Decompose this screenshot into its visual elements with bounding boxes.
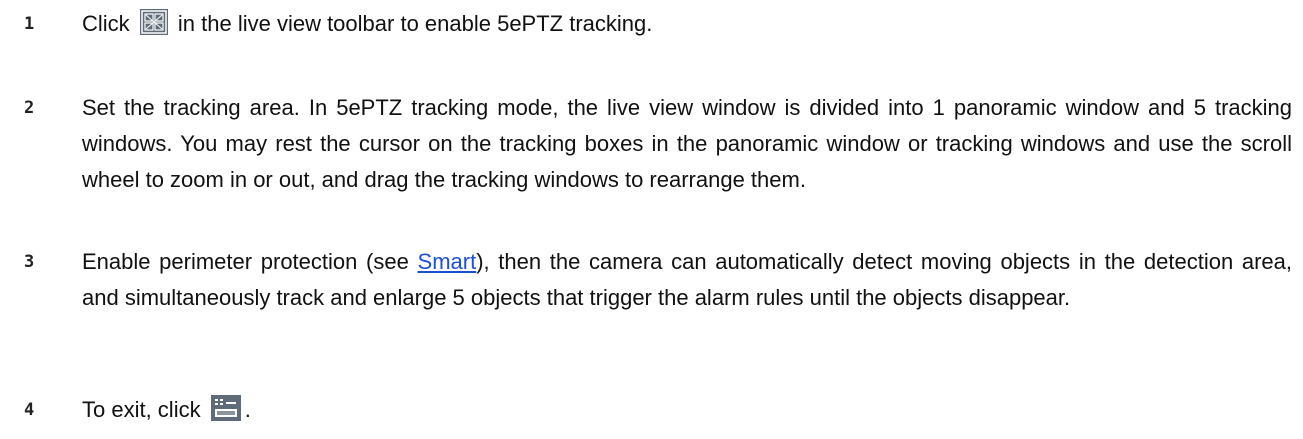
step-4: 4 To exit, click . [0, 392, 1303, 428]
step-number: 1 [24, 14, 35, 34]
step-text-before-link: Enable perimeter protection (see [82, 249, 418, 274]
step-number: 4 [24, 400, 35, 420]
step-text: Set the tracking area. In 5ePTZ tracking… [82, 95, 1292, 192]
step-text-after-icon: in the live view toolbar to enable 5ePTZ… [171, 11, 653, 36]
smart-link[interactable]: Smart [418, 249, 477, 274]
step-2: 2 Set the tracking area. In 5ePTZ tracki… [0, 90, 1303, 234]
exit-tracking-icon[interactable] [210, 395, 241, 421]
step-1: 1 Click in the live view toolbar to enab… [0, 6, 1303, 42]
step-text: Enable perimeter protection (see Smart),… [82, 244, 1292, 316]
step-text-before-icon: To exit, click [82, 397, 207, 422]
step-text-before-icon: Click [82, 11, 136, 36]
step-number: 2 [24, 98, 35, 118]
step-text: Click in the live view toolbar to enable… [82, 6, 1292, 42]
5eptz-tracking-icon[interactable] [139, 9, 168, 35]
step-3: 3 Enable perimeter protection (see Smart… [0, 244, 1303, 352]
step-text: To exit, click . [82, 392, 1292, 428]
step-text-after-icon: . [244, 397, 251, 422]
step-number: 3 [24, 252, 35, 272]
